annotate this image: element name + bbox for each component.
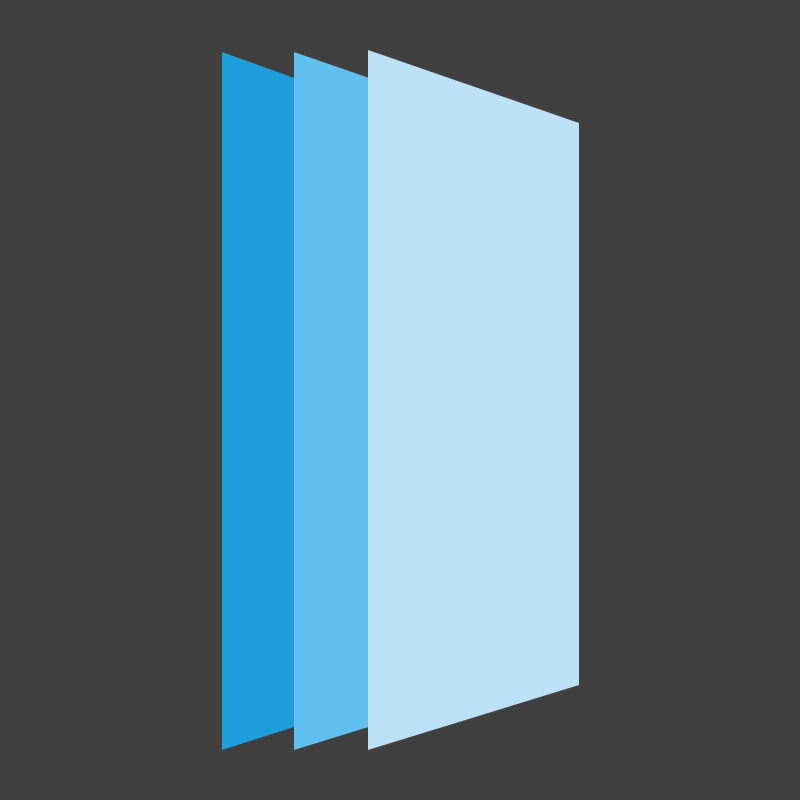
icon-canvas [0, 0, 800, 800]
middle-page [294, 52, 375, 750]
back-page [222, 52, 300, 750]
front-page [368, 50, 579, 750]
layered-pages-icon [0, 0, 800, 800]
